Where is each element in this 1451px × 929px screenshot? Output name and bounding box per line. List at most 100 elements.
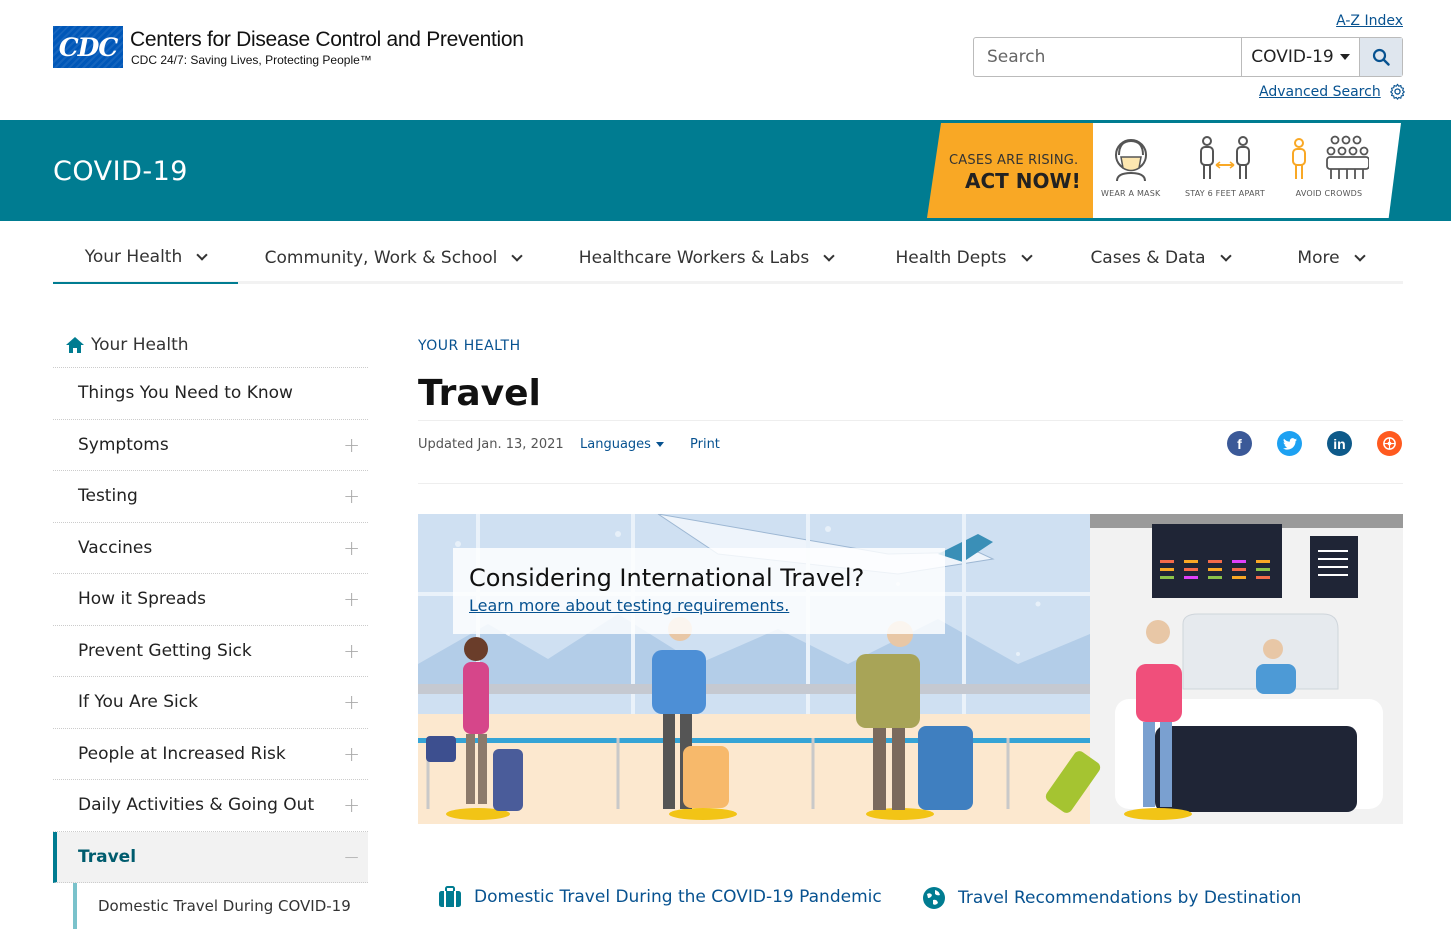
promo-line-1: CASES ARE RISING. [949,153,1079,168]
search-button[interactable] [1359,38,1402,76]
sidebar-item-label: People at Increased Risk [78,743,286,764]
sidebar-item-if-sick[interactable]: If You Are Sick + [53,677,368,729]
main-nav: Your Health Community, Work & School Hea… [53,232,1403,284]
sidebar: Your Health Things You Need to Know Symp… [53,322,368,929]
languages-label: Languages [580,437,651,452]
divider [418,420,1403,421]
divider [418,483,1403,484]
nav-label: Community, Work & School [264,248,498,268]
expand-plus-icon[interactable]: + [343,587,360,611]
sidebar-home-label: Your Health [91,334,189,355]
mask-person-icon [1114,139,1147,182]
sidebar-home[interactable]: Your Health [53,322,368,368]
promo-caption-distance: STAY 6 FEET APART [1185,189,1265,198]
expand-plus-icon[interactable]: + [343,690,360,714]
promo-mask: WEAR A MASK [1101,135,1160,198]
social-distance-icon [1199,136,1250,179]
linkedin-icon[interactable]: in [1327,431,1352,456]
chevron-down-icon [823,250,835,262]
sidebar-item-symptoms[interactable]: Symptoms + [53,420,368,471]
nav-your-health[interactable]: Your Health [53,232,238,284]
chevron-down-icon [1020,250,1033,262]
languages-dropdown[interactable]: Languages [580,437,664,452]
sidebar-item-label: How it Spreads [78,589,207,610]
updated-date: Updated Jan. 13, 2021 [418,437,564,452]
sidebar-item-label: Symptoms [78,434,169,455]
nav-label: More [1297,248,1340,268]
testing-requirements-link[interactable]: Learn more about testing requirements. [469,596,789,615]
globe-plane-icon [923,887,945,909]
nav-label: Your Health [84,247,183,267]
expand-plus-icon[interactable]: + [343,484,360,508]
chevron-down-icon [1219,250,1232,262]
sidebar-item-travel[interactable]: Travel − [53,831,368,883]
nav-cases-data[interactable]: Cases & Data [1062,232,1258,284]
nav-label: Health Depts [895,248,1007,268]
caret-down-icon [1339,54,1350,60]
twitter-icon[interactable] [1277,431,1302,456]
search-scope-label: COVID-19 [1251,47,1334,67]
nav-healthcare-workers[interactable]: Healthcare Workers & Labs [548,232,864,284]
travel-hero-banner[interactable]: Considering International Travel? Learn … [418,514,1403,824]
nav-community-work-school[interactable]: Community, Work & School [238,232,548,284]
suitcase-icon [439,886,461,907]
expand-plus-icon[interactable]: + [343,536,360,560]
domestic-travel-label: Domestic Travel During the COVID-19 Pand… [474,887,882,907]
banner-title[interactable]: COVID-19 [53,156,188,187]
org-tagline: CDC 24/7: Saving Lives, Protecting Peopl… [131,53,372,67]
search-scope-dropdown[interactable]: COVID-19 [1242,38,1359,76]
sidebar-item-prevent-sick[interactable]: Prevent Getting Sick + [53,626,368,677]
advanced-search-label: Advanced Search [1259,83,1381,100]
hero-heading: Considering International Travel? [469,564,865,592]
sidebar-item-how-it-spreads[interactable]: How it Spreads + [53,574,368,626]
collapse-minus-icon[interactable]: − [343,845,360,869]
expand-plus-icon[interactable]: + [343,793,360,817]
expand-plus-icon[interactable]: + [343,639,360,663]
expand-plus-icon[interactable]: + [343,742,360,766]
sidebar-item-testing[interactable]: Testing + [53,471,368,523]
promo-crowds: AVOID CROWDS [1289,135,1370,198]
sidebar-item-daily-activities[interactable]: Daily Activities & Going Out + [53,780,368,832]
cdc-logo[interactable]: CDC [53,26,123,68]
chevron-down-icon [196,249,208,261]
sidebar-item-things-to-know[interactable]: Things You Need to Know [53,368,368,420]
expand-plus-icon[interactable]: + [343,433,360,457]
home-icon [66,336,84,353]
nav-health-depts[interactable]: Health Depts [864,232,1062,284]
search-input[interactable] [974,38,1242,76]
travel-recommendations-label: Travel Recommendations by Destination [958,888,1302,908]
facebook-icon[interactable]: f [1227,431,1252,456]
promo-orange-panel: CASES ARE RISING. ACT NOW! [927,123,1117,218]
cases-rising-promo[interactable]: CASES ARE RISING. ACT NOW! WEAR A MASK S… [927,123,1401,218]
print-link[interactable]: Print [690,437,720,452]
sidebar-subitem-label: Domestic Travel During COVID-19 [98,897,351,915]
caret-down-icon [655,442,664,447]
advanced-search-link[interactable]: Advanced Search [1259,83,1406,100]
search-icon [1372,48,1390,66]
domestic-travel-link[interactable]: Domestic Travel During the COVID-19 Pand… [438,886,882,908]
nav-more[interactable]: More [1258,232,1403,284]
syndicate-icon[interactable] [1377,431,1402,456]
nav-label: Cases & Data [1090,248,1206,268]
az-index-link[interactable]: A-Z Index [1336,13,1403,29]
chevron-down-icon [511,250,524,262]
page-kicker: YOUR HEALTH [418,338,521,354]
social-share: f in [1227,431,1402,456]
promo-line-2: ACT NOW! [965,169,1081,193]
sidebar-item-label: Travel [78,846,137,867]
nav-label: Healthcare Workers & Labs [578,248,810,268]
promo-distance: STAY 6 FEET APART [1185,135,1265,198]
hero-callout: Considering International Travel? Learn … [453,548,945,634]
sidebar-subitem-domestic-travel[interactable]: Domestic Travel During COVID-19 [73,883,368,929]
page-title: Travel [418,373,541,414]
site-header: CDC Centers for Disease Control and Prev… [0,0,1451,120]
sidebar-item-label: Daily Activities & Going Out [78,795,315,816]
crowd-icon [1292,135,1370,179]
org-name[interactable]: Centers for Disease Control and Preventi… [130,28,524,52]
chevron-down-icon [1353,250,1366,262]
travel-recommendations-link[interactable]: Travel Recommendations by Destination [922,886,1301,910]
sidebar-item-vaccines[interactable]: Vaccines + [53,523,368,574]
sidebar-item-label: Prevent Getting Sick [78,640,252,661]
sidebar-item-increased-risk[interactable]: People at Increased Risk + [53,729,368,780]
promo-caption-mask: WEAR A MASK [1101,189,1161,198]
